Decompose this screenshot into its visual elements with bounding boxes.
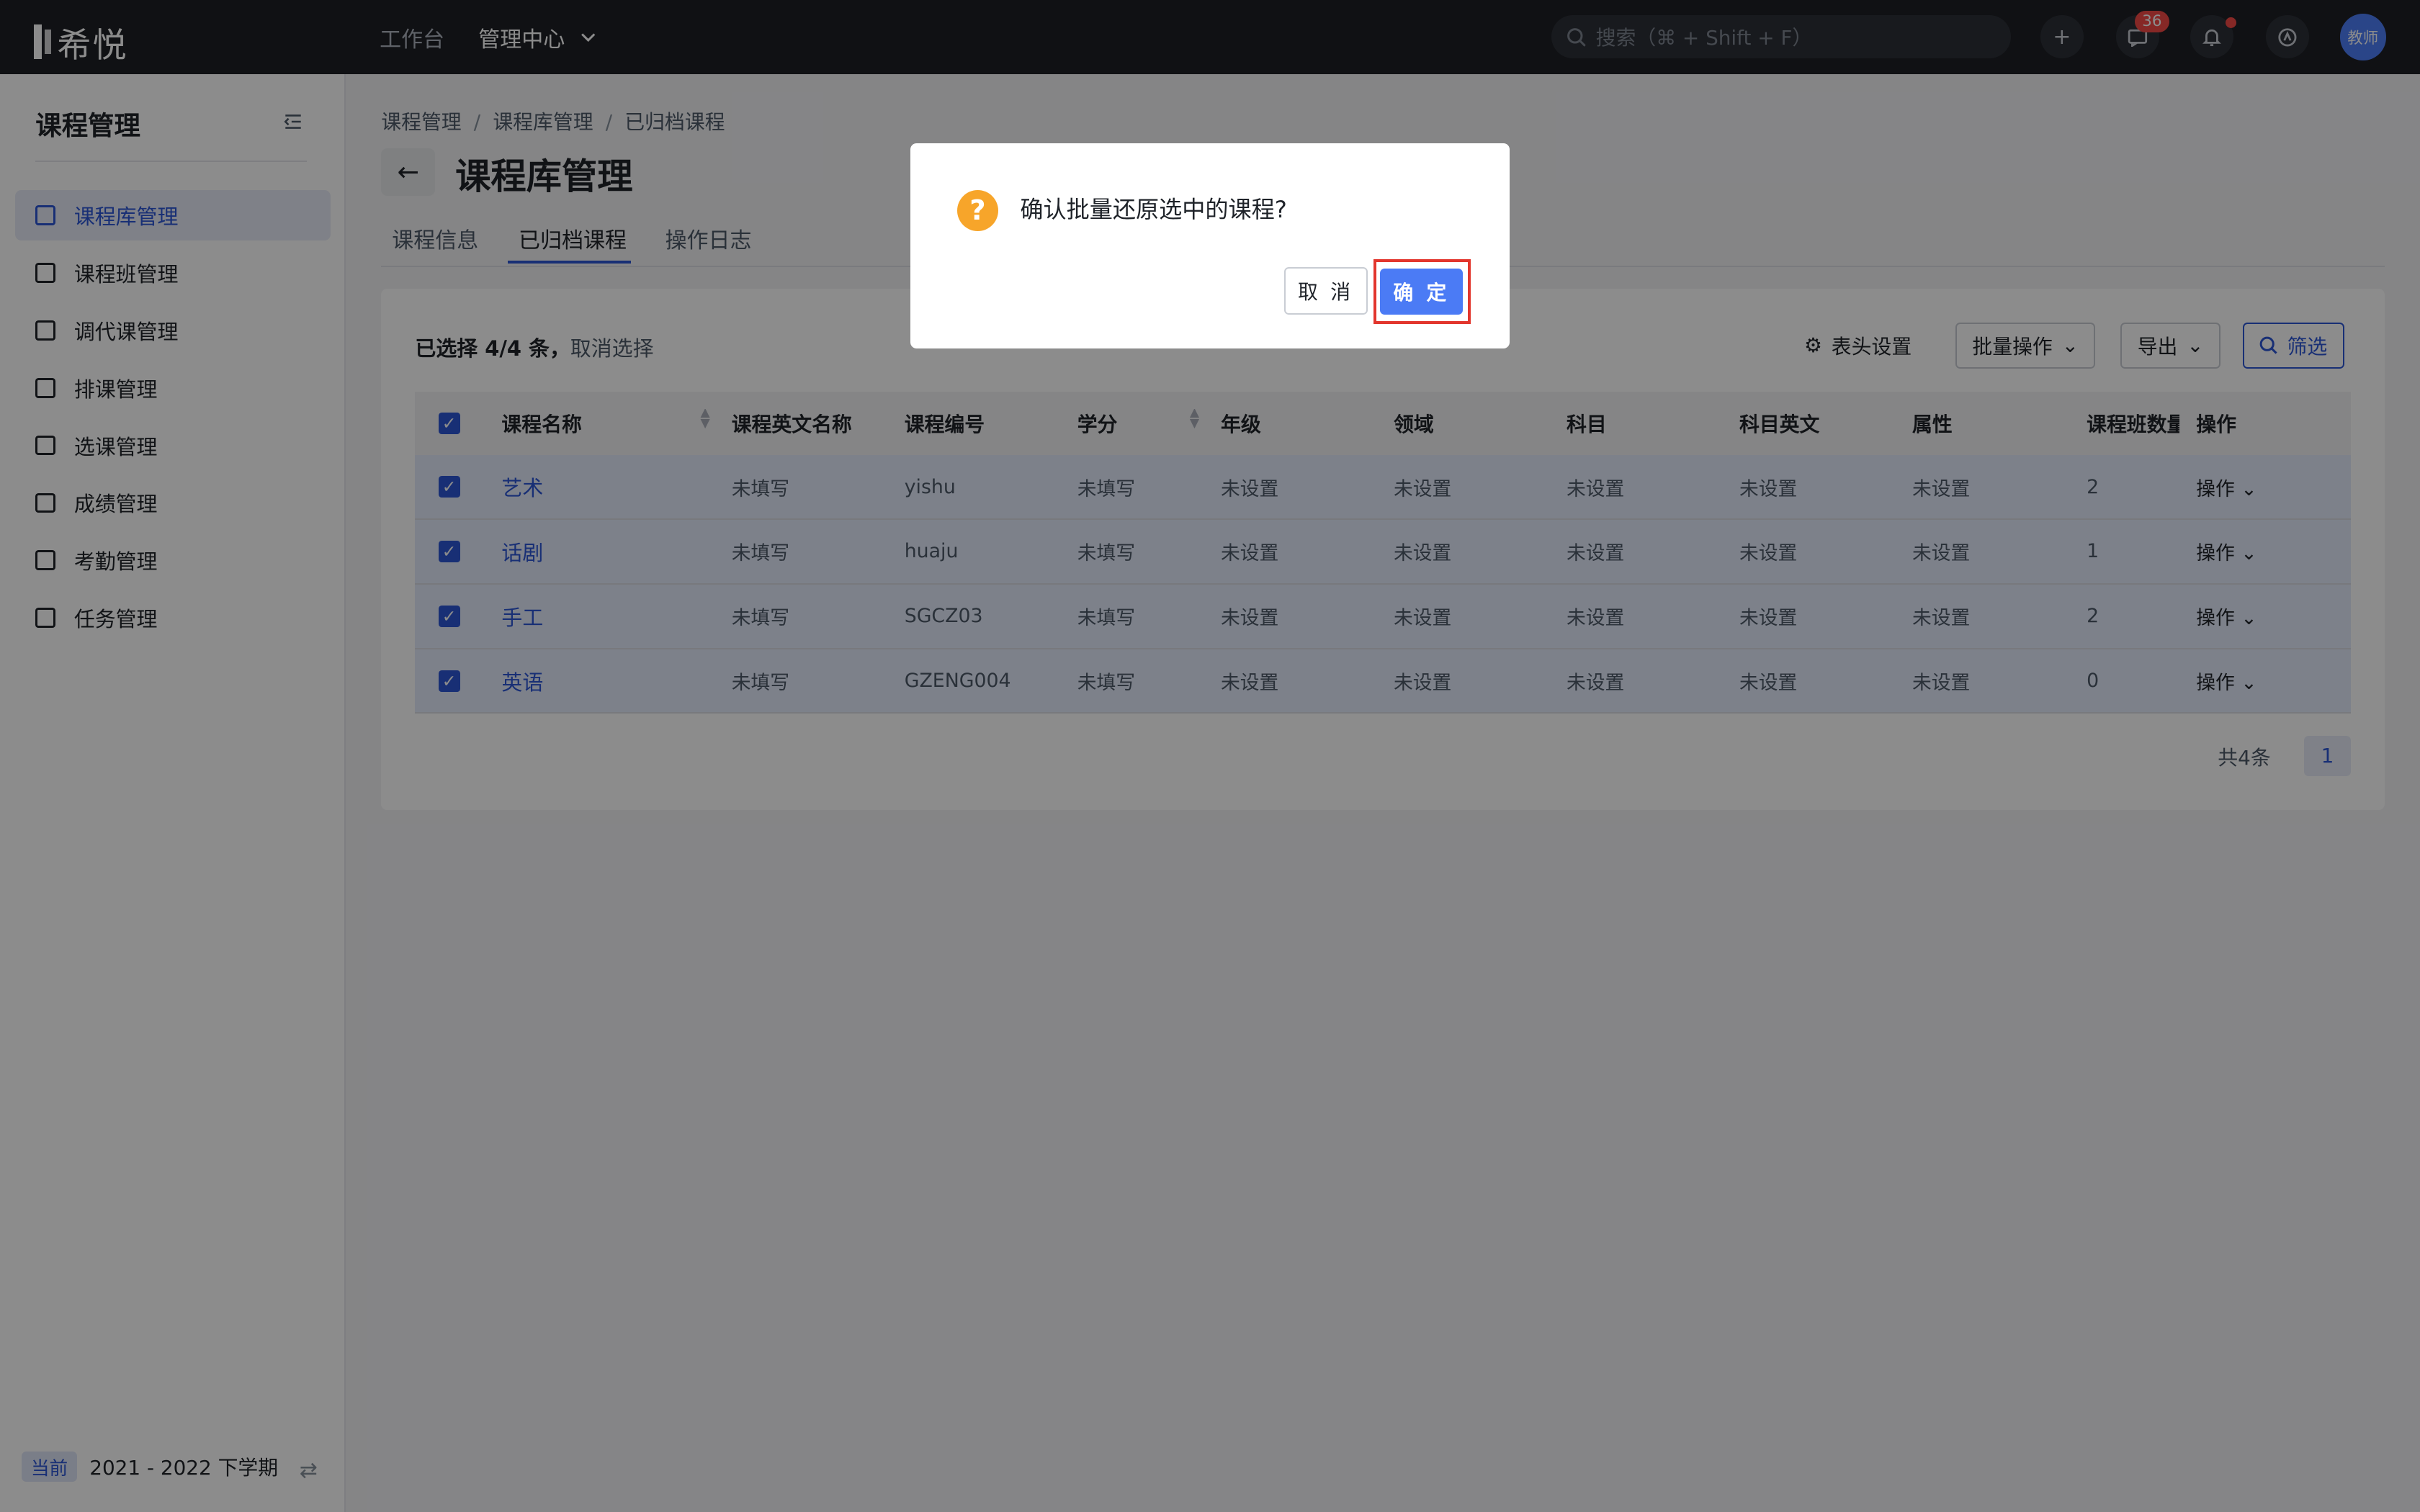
cancel-button[interactable]: 取 消 — [1283, 266, 1368, 315]
dialog-message: 确认批量还原选中的课程? — [1020, 195, 1287, 223]
confirm-highlight — [1373, 258, 1471, 324]
confirm-dialog: ? 确认批量还原选中的课程? 取 消 确 定 — [910, 143, 1510, 349]
question-icon: ? — [956, 189, 999, 232]
